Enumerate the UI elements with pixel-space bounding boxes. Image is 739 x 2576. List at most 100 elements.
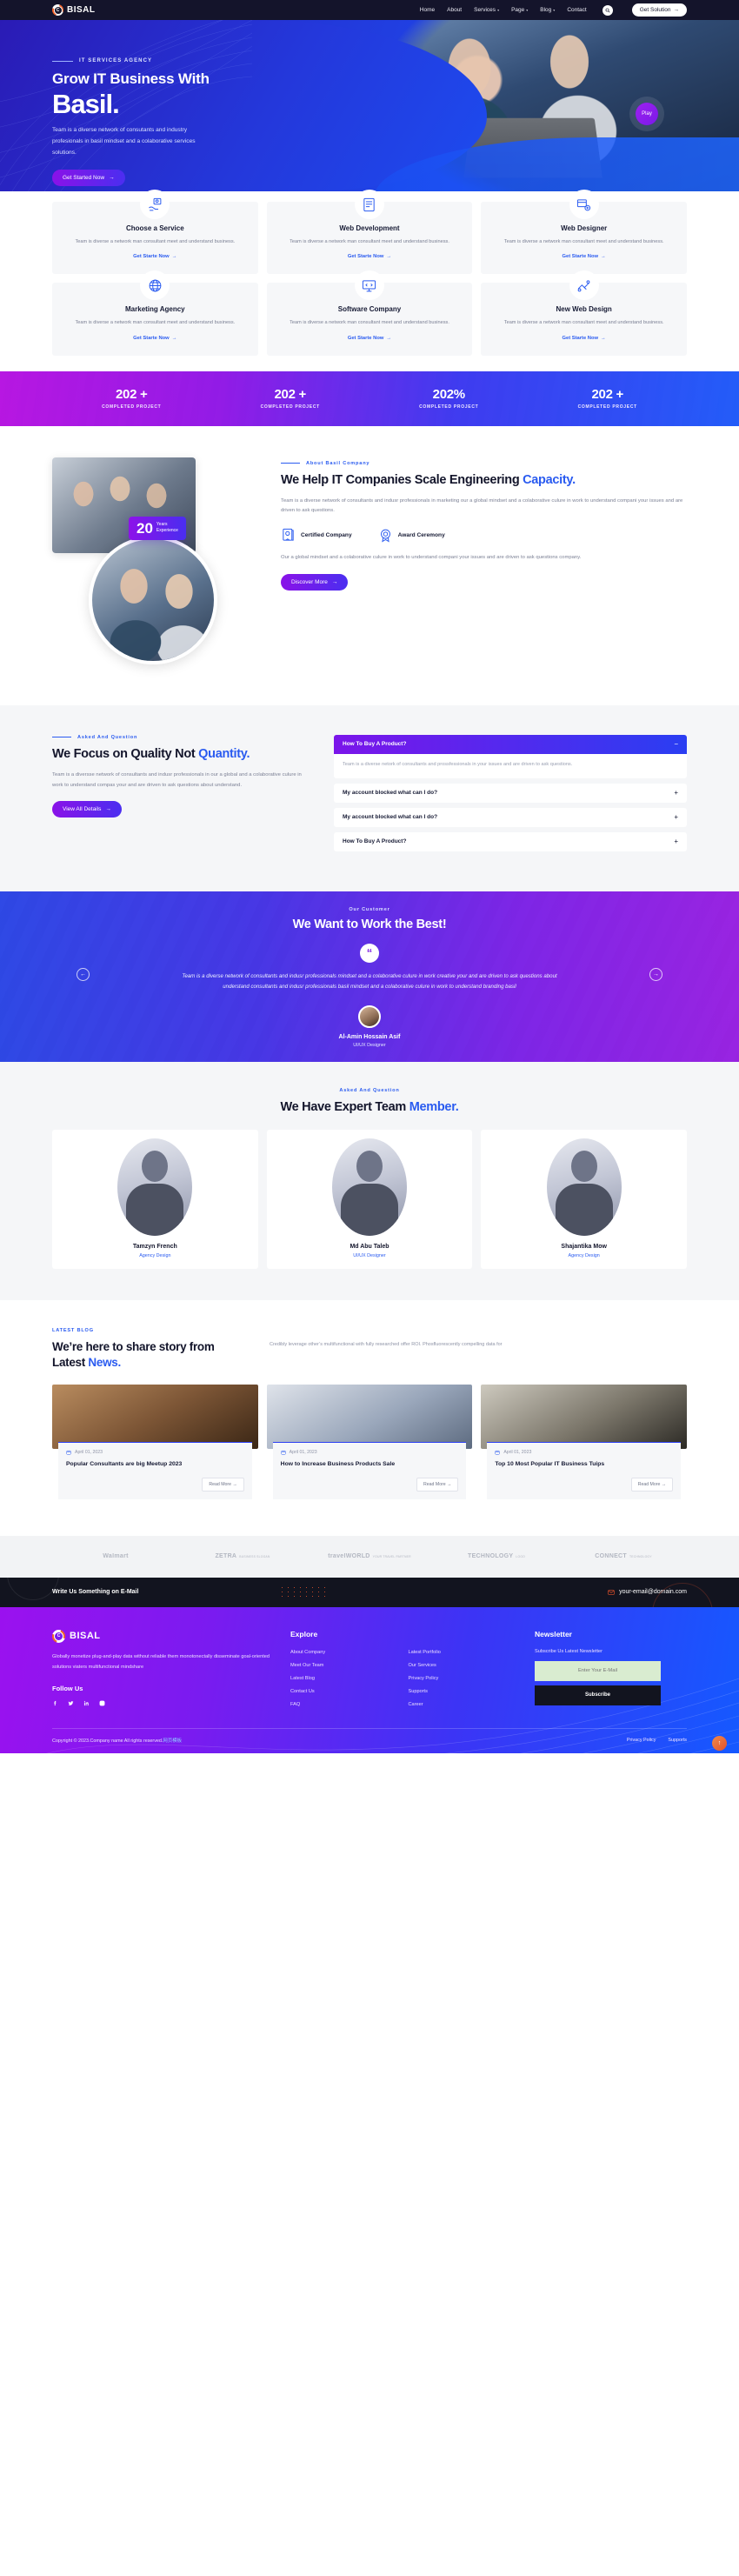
- service-card[interactable]: Web Development Team is diverse a networ…: [266, 190, 473, 275]
- service-desc: Team is diverse a network man consultant…: [75, 320, 236, 326]
- team-card[interactable]: Md Abu Taleb UI/UX Designer: [266, 1129, 473, 1269]
- search-button[interactable]: [602, 4, 613, 16]
- nav-label: Home: [419, 7, 436, 13]
- nav-label: Contact: [567, 7, 587, 13]
- team-card[interactable]: Shajantika Mow Agency Design: [481, 1129, 687, 1269]
- service-link-label: Get Starte Now: [133, 335, 170, 341]
- service-title: Web Designer: [561, 224, 608, 232]
- arrow-right-icon: →: [331, 578, 338, 585]
- faq-item-header[interactable]: How To Buy A Product? −: [334, 734, 687, 754]
- service-card[interactable]: New Web Design Team is diverse a network…: [481, 270, 687, 356]
- stat-label: COMPLETED PROJECT: [260, 404, 320, 410]
- service-link[interactable]: Get Starte Now →: [133, 336, 176, 341]
- service-desc: Team is diverse a network man consultant…: [503, 320, 664, 326]
- hero-title-line2: Basil.: [52, 88, 120, 119]
- calendar-icon: [281, 1450, 286, 1455]
- footer-brand[interactable]: C BISAL: [52, 1629, 270, 1643]
- footer-link[interactable]: Supports: [409, 1688, 515, 1696]
- arrow-right-icon: →: [386, 254, 392, 260]
- play-video-button[interactable]: Play: [636, 103, 658, 125]
- faq-answer: Team is a diverse netork of consultants …: [343, 761, 573, 767]
- blog-eyebrow: LATEST BLOG: [52, 1327, 94, 1333]
- faq-heading: We Focus on Quality Not Quantity.: [52, 746, 313, 763]
- blog-card[interactable]: April 01, 2023 Top 10 Most Popular IT Bu…: [481, 1385, 687, 1506]
- testimonial-prev-button[interactable]: ←: [77, 967, 90, 981]
- faq-item-header[interactable]: How To Buy A Product? +: [334, 832, 687, 851]
- footer-link[interactable]: Meet Our Team: [290, 1662, 396, 1670]
- newsletter-email-input[interactable]: [535, 1660, 661, 1681]
- footer-link[interactable]: Career: [409, 1701, 515, 1709]
- footer-supports-link[interactable]: Supports: [668, 1738, 687, 1743]
- brand-logo-sub: YOUR TRAVEL PARTNER: [372, 1554, 411, 1558]
- nav-item-services[interactable]: Services ▾: [474, 7, 499, 13]
- footer-link[interactable]: FAQ: [290, 1701, 396, 1709]
- nav-item-home[interactable]: Home: [420, 7, 435, 13]
- footer-link[interactable]: Contact Us: [290, 1688, 396, 1696]
- read-more-button[interactable]: Read More →: [630, 1477, 673, 1492]
- faq-item[interactable]: My account blocked what can I do? +: [334, 783, 687, 803]
- service-link[interactable]: Get Starte Now →: [133, 254, 176, 259]
- service-link[interactable]: Get Starte Now →: [348, 254, 391, 259]
- about-features: Certified Company Award Ceremony: [281, 528, 687, 543]
- service-link[interactable]: Get Starte Now →: [562, 254, 605, 259]
- plus-icon: +: [674, 812, 678, 821]
- service-card[interactable]: Software Company Team is diverse a netwo…: [266, 270, 473, 356]
- footer-privacy-link[interactable]: Privacy Policy: [627, 1738, 656, 1743]
- blog-card[interactable]: April 01, 2023 Popular Consultants are b…: [52, 1385, 258, 1506]
- nav-item-blog[interactable]: Blog ▾: [540, 7, 555, 13]
- service-gear-hand-icon: [140, 190, 170, 219]
- arrow-up-icon: ↑: [717, 1739, 722, 1746]
- linkedin-icon[interactable]: [83, 1700, 90, 1706]
- site-header: C BISAL Home About Services ▾ Page ▾ Blog ▾…: [0, 0, 739, 20]
- brand-logo-name: ZETRA: [215, 1553, 237, 1560]
- blog-heading-main: We’re here to share story from Latest: [52, 1339, 215, 1369]
- team-member-role: UI/UX Designer: [353, 1252, 386, 1258]
- nav-item-contact[interactable]: Contact: [567, 7, 586, 13]
- nav-item-page[interactable]: Page ▾: [511, 7, 528, 13]
- stat-value: 202 +: [274, 387, 307, 403]
- discover-more-button[interactable]: Discover More →: [281, 573, 349, 591]
- faq-item-header[interactable]: My account blocked what can I do? +: [334, 808, 687, 827]
- testimonial-next-button[interactable]: →: [649, 967, 662, 981]
- faq-item[interactable]: How To Buy A Product? +: [334, 831, 687, 851]
- service-link[interactable]: Get Starte Now →: [348, 336, 391, 341]
- team-card[interactable]: Tamzyn French Agency Design: [52, 1129, 258, 1269]
- footer-link[interactable]: About Company: [290, 1649, 396, 1657]
- team-heading-main: We Have Expert Team: [280, 1099, 409, 1114]
- service-card[interactable]: Marketing Agency Team is diverse a netwo…: [52, 270, 258, 356]
- hero-title-line1: Grow IT Business With: [52, 70, 210, 87]
- service-card[interactable]: Choose a Service Team is diverse a netwo…: [52, 190, 258, 275]
- view-all-details-button[interactable]: View All Details →: [52, 801, 122, 818]
- linkedin-glyph: [83, 1701, 89, 1706]
- faq-item-header[interactable]: My account blocked what can I do? +: [334, 784, 687, 803]
- blog-title: Top 10 Most Popular IT Business Tuips: [495, 1461, 605, 1468]
- brand-logo-item: Walmart: [52, 1553, 179, 1559]
- brand-logo-item: ZETRA BUSINESS SLOGAN: [179, 1553, 306, 1559]
- blog-card[interactable]: April 01, 2023 How to Increase Business …: [266, 1385, 473, 1506]
- faq-item[interactable]: How To Buy A Product? − Team is a divers…: [334, 734, 687, 778]
- read-more-button[interactable]: Read More →: [202, 1477, 244, 1492]
- footer-link[interactable]: Our Services: [409, 1662, 515, 1670]
- brand-logo[interactable]: C BISAL: [52, 4, 96, 16]
- footer-newsletter-sub: Subscribe Us Latest Newsletter: [535, 1648, 603, 1654]
- twitter-icon[interactable]: [68, 1700, 74, 1706]
- footer-link[interactable]: Latest Portfolio: [409, 1649, 515, 1657]
- about-eyebrow: About Basil Company: [281, 461, 687, 466]
- get-started-button[interactable]: Get Started Now →: [52, 169, 125, 186]
- service-link[interactable]: Get Starte Now →: [562, 336, 605, 341]
- calendar-icon: [66, 1450, 71, 1455]
- get-solution-button[interactable]: Get Solution →: [631, 3, 687, 17]
- facebook-icon[interactable]: [52, 1700, 58, 1706]
- experience-line2: Experience: [156, 528, 178, 534]
- subscribe-button[interactable]: Subscribe: [535, 1685, 661, 1705]
- faq-item[interactable]: My account blocked what can I do? +: [334, 807, 687, 827]
- footer-link[interactable]: Latest Blog: [290, 1675, 396, 1683]
- brand-logo-name: travelWORLD: [328, 1553, 370, 1560]
- read-more-button[interactable]: Read More →: [416, 1477, 459, 1492]
- service-title: Software Company: [337, 305, 402, 314]
- nav-item-about[interactable]: About: [447, 7, 462, 13]
- instagram-icon[interactable]: [99, 1700, 105, 1706]
- footer-link[interactable]: Privacy Policy: [409, 1675, 515, 1683]
- back-to-top-button[interactable]: ↑: [712, 1735, 727, 1751]
- service-card[interactable]: Web Designer Team is diverse a network m…: [481, 190, 687, 275]
